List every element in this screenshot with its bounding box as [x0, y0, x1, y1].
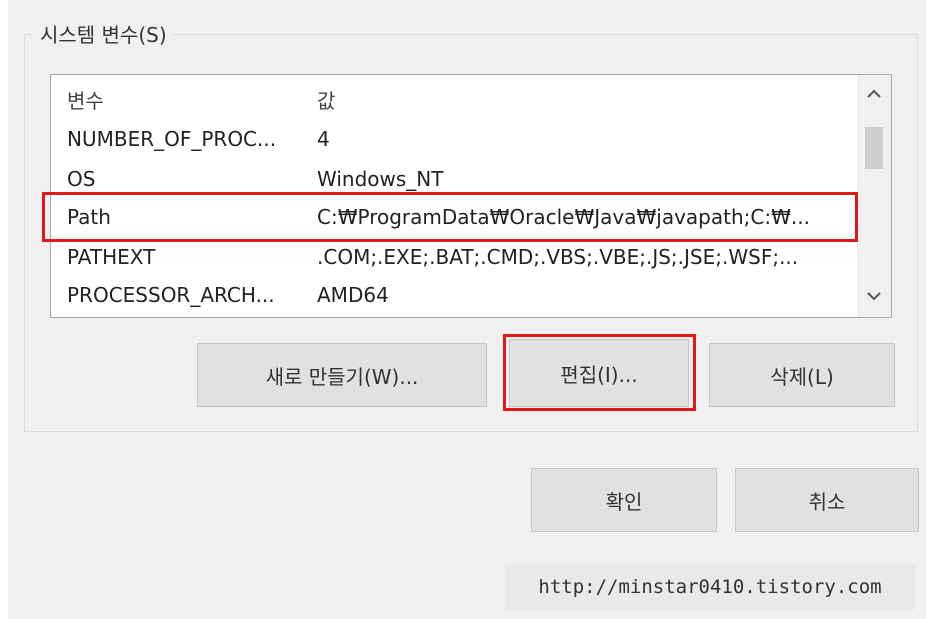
- variable-value: AMD64: [317, 283, 389, 307]
- table-row[interactable]: NUMBER_OF_PROC... 4: [51, 119, 857, 159]
- column-header-variable[interactable]: 변수: [67, 81, 312, 121]
- cancel-button[interactable]: 취소: [735, 468, 919, 532]
- new-button[interactable]: 새로 만들기(W)...: [197, 343, 487, 407]
- list-header: 변수 값: [51, 81, 857, 121]
- table-row[interactable]: PROCESSOR_ARCH... AMD64: [51, 275, 857, 315]
- chevron-up-icon[interactable]: [857, 79, 891, 109]
- variable-name: PROCESSOR_ARCH...: [67, 283, 275, 307]
- delete-button[interactable]: 삭제(L): [709, 343, 895, 407]
- path-row-highlight: [42, 192, 858, 242]
- variable-value: .COM;.EXE;.BAT;.CMD;.VBS;.VBE;.JS;.JSE;.…: [317, 245, 799, 269]
- watermark: http://minstar0410.tistory.com: [505, 564, 915, 610]
- vertical-scrollbar[interactable]: [857, 75, 891, 317]
- edit-button-highlight: [503, 334, 696, 411]
- scrollbar-thumb[interactable]: [865, 127, 883, 169]
- chevron-down-icon[interactable]: [857, 281, 891, 311]
- variable-name: PATHEXT: [67, 245, 156, 269]
- system-variables-title: 시스템 변수(S): [34, 19, 173, 48]
- variable-name: NUMBER_OF_PROC...: [67, 127, 277, 151]
- column-header-value[interactable]: 값: [317, 81, 852, 121]
- table-row[interactable]: PATHEXT .COM;.EXE;.BAT;.CMD;.VBS;.VBE;.J…: [51, 237, 857, 277]
- ok-button[interactable]: 확인: [531, 468, 717, 532]
- variable-value: 4: [317, 127, 330, 151]
